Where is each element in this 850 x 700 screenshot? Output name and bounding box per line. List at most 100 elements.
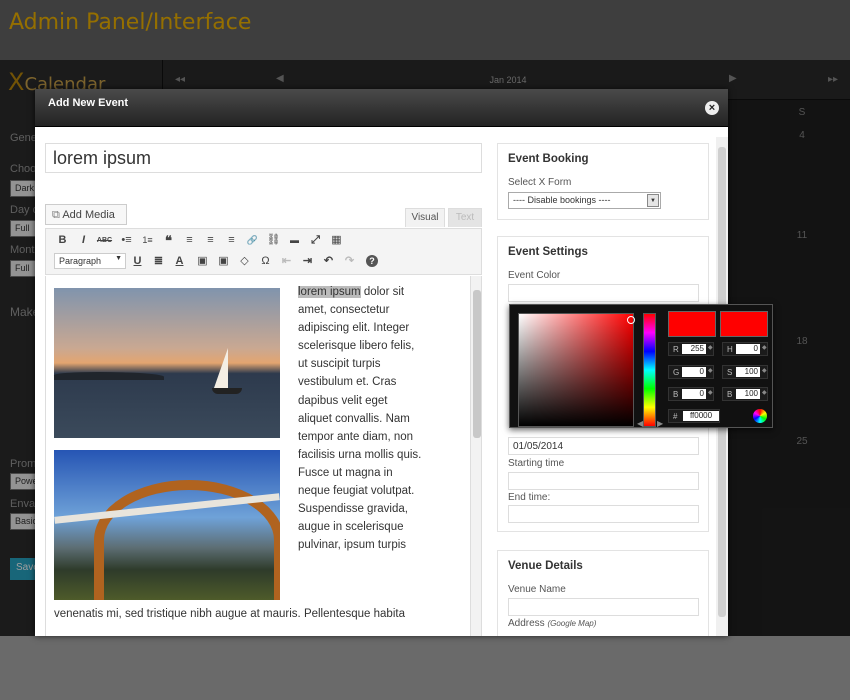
- saturation-label: S: [727, 368, 733, 377]
- booking-form-select[interactable]: ---- Disable bookings ---- ▼: [508, 192, 661, 209]
- saturation-value[interactable]: 100: [736, 367, 760, 377]
- red-value[interactable]: 255: [682, 344, 706, 354]
- tab-visual[interactable]: Visual: [405, 208, 445, 227]
- hex-field[interactable]: # ff0000: [668, 409, 720, 423]
- align-right-button[interactable]: ≡: [223, 232, 240, 249]
- brightness-field[interactable]: B 100 ◆: [722, 387, 768, 401]
- select-form-label: Select X Form: [508, 177, 572, 188]
- hex-label: #: [673, 412, 678, 421]
- saturation-field[interactable]: S 100 ◆: [722, 365, 768, 379]
- green-value[interactable]: 0: [682, 367, 706, 377]
- kitchen-sink-icon[interactable]: ▦: [328, 232, 345, 249]
- italic-button[interactable]: I: [75, 232, 92, 249]
- event-booking-panel: Event Booking Select X Form ---- Disable…: [497, 143, 709, 220]
- saturation-brightness-area[interactable]: [518, 313, 635, 427]
- redo-icon[interactable]: ↷: [341, 253, 358, 270]
- stepper-icon[interactable]: ◆: [708, 389, 713, 396]
- editor-body-text: lorem ipsum dolor sit amet, consectetur …: [298, 283, 422, 554]
- color-picker: ◀ ▶ R 255 ◆ H 0 ◆ G 0 ◆ S 100 ◆ B 0 ◆ B 100 ◆ # ff000…: [509, 304, 773, 428]
- address-label: Address (Google Map): [508, 618, 596, 629]
- tab-text[interactable]: Text: [448, 208, 482, 227]
- numbered-list-button[interactable]: 1≡: [139, 232, 156, 249]
- brightness-value[interactable]: 100: [736, 389, 760, 399]
- undo-icon[interactable]: ↶: [320, 253, 337, 270]
- hue-value[interactable]: 0: [736, 344, 760, 354]
- editor-last-line: venenatis mi, sed tristique nibh augue a…: [54, 608, 405, 620]
- modal-header: Add New Event ×: [35, 89, 728, 127]
- address-label-text: Address: [508, 618, 545, 629]
- align-center-button[interactable]: ≡: [202, 232, 219, 249]
- chevron-down-icon: ▼: [115, 255, 122, 262]
- paste-word-icon[interactable]: ▣: [215, 253, 232, 270]
- paragraph-format-select[interactable]: Paragraph ▼: [54, 253, 126, 269]
- special-character-icon[interactable]: Ω: [257, 253, 274, 270]
- hue-arrow-left-icon[interactable]: ◀: [637, 419, 643, 428]
- add-media-label: Add Media: [62, 209, 115, 221]
- indent-icon[interactable]: ⇥: [299, 253, 316, 270]
- editor-toolbar: B I ABC •≡ 1≡ ❝ ≡ ≡ ≡ 🔗 ⛓ ▬ ⤢ ▦ Paragrap…: [45, 228, 482, 275]
- bridge-image[interactable]: [54, 450, 280, 600]
- clear-formatting-icon[interactable]: ◇: [236, 253, 253, 270]
- fullscreen-icon[interactable]: ⤢: [307, 232, 324, 249]
- blue-value[interactable]: 0: [682, 389, 706, 399]
- chevron-down-icon: ▼: [647, 194, 659, 207]
- stepper-icon[interactable]: ◆: [762, 389, 767, 396]
- color-selector-handle[interactable]: [627, 316, 635, 324]
- venue-name-input[interactable]: [508, 598, 699, 616]
- new-color-swatch: [668, 311, 716, 337]
- modal-title: Add New Event: [48, 97, 129, 109]
- event-color-input[interactable]: [508, 284, 699, 302]
- end-time-label: End time:: [508, 492, 551, 503]
- event-title-input[interactable]: [45, 143, 482, 173]
- red-field[interactable]: R 255 ◆: [668, 342, 714, 356]
- current-color-swatch[interactable]: [720, 311, 768, 337]
- end-date-input[interactable]: [508, 437, 699, 455]
- hex-value[interactable]: ff0000: [683, 411, 719, 421]
- hue-arrow-right-icon[interactable]: ▶: [657, 419, 663, 428]
- sail-shape: [214, 348, 228, 388]
- blue-field[interactable]: B 0 ◆: [668, 387, 714, 401]
- editor-content[interactable]: lorem ipsum dolor sit amet, consectetur …: [45, 276, 482, 636]
- stepper-icon[interactable]: ◆: [708, 367, 713, 374]
- stepper-icon[interactable]: ◆: [708, 344, 713, 351]
- starting-time-label: Starting time: [508, 458, 565, 469]
- editor-scroll-thumb[interactable]: [473, 290, 481, 438]
- paste-text-icon[interactable]: ▣: [194, 253, 211, 270]
- green-label: G: [673, 368, 680, 377]
- hull-shape: [212, 388, 242, 394]
- unlink-icon[interactable]: ⛓: [265, 232, 282, 249]
- hue-slider[interactable]: [643, 313, 656, 427]
- bottom-area: [0, 636, 850, 700]
- venue-name-label: Venue Name: [508, 584, 566, 595]
- starting-time-input[interactable]: [508, 472, 699, 490]
- strikethrough-button[interactable]: ABC: [96, 232, 113, 249]
- align-left-button[interactable]: ≡: [181, 232, 198, 249]
- outdent-icon[interactable]: ⇤: [278, 253, 295, 270]
- event-color-label: Event Color: [508, 270, 561, 281]
- justify-button[interactable]: ≣: [150, 253, 167, 270]
- hue-field[interactable]: H 0 ◆: [722, 342, 768, 356]
- venue-details-panel: Venue Details Venue Name Address (Google…: [497, 550, 709, 636]
- end-time-input[interactable]: [508, 505, 699, 523]
- blue-label: B: [673, 390, 679, 399]
- blockquote-button[interactable]: ❝: [160, 232, 177, 249]
- green-field[interactable]: G 0 ◆: [668, 365, 714, 379]
- red-label: R: [673, 345, 679, 354]
- bold-button[interactable]: B: [54, 232, 71, 249]
- format-select-value: Paragraph: [59, 256, 102, 266]
- sailboat-sunset-image[interactable]: [54, 288, 280, 438]
- link-icon[interactable]: 🔗: [244, 232, 261, 249]
- editor-scrollbar[interactable]: [470, 276, 481, 636]
- stepper-icon[interactable]: ◆: [762, 367, 767, 374]
- stepper-icon[interactable]: ◆: [762, 344, 767, 351]
- text-color-button[interactable]: A: [171, 253, 188, 270]
- close-icon[interactable]: ×: [705, 101, 719, 115]
- read-more-button[interactable]: ▬: [286, 232, 303, 249]
- help-icon[interactable]: ?: [366, 255, 378, 267]
- color-wheel-icon[interactable]: [753, 409, 767, 423]
- underline-button[interactable]: U: [129, 253, 146, 270]
- event-settings-title: Event Settings: [508, 246, 588, 258]
- body-text: dolor sit amet, consectetur adipiscing e…: [298, 286, 422, 552]
- bullet-list-button[interactable]: •≡: [118, 232, 135, 249]
- add-media-button[interactable]: ⧉ Add Media: [45, 204, 127, 225]
